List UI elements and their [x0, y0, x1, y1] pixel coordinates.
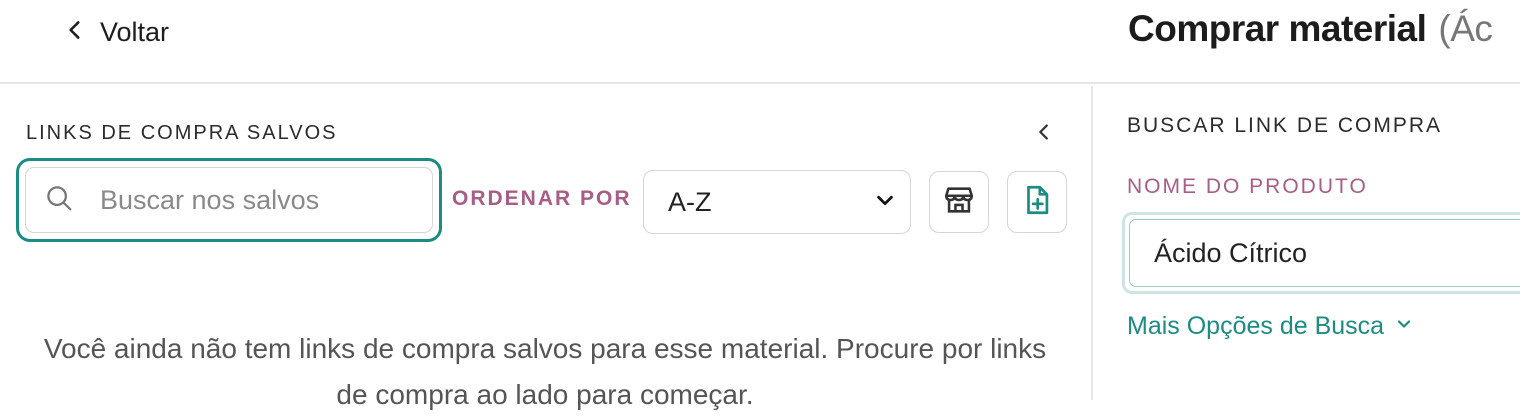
order-by-select[interactable]: A-Z: [643, 170, 911, 234]
back-link[interactable]: Voltar: [62, 14, 169, 50]
search-icon: [44, 183, 74, 218]
saved-search-input[interactable]: [98, 183, 402, 217]
order-by-label: ORDENAR POR: [452, 187, 632, 210]
saved-search-box: [25, 167, 433, 233]
chevron-left-icon: [1033, 121, 1055, 148]
chevron-down-icon: [1394, 312, 1414, 341]
page-title: Comprar material (Ác: [1128, 8, 1493, 50]
order-by-value: A-Z: [668, 186, 712, 217]
saved-links-panel: LINKS DE COMPRA SALVOS ORDENAR POR A-Z: [0, 86, 1093, 410]
empty-state-message: Você ainda não tem links de compra salvo…: [43, 333, 1047, 410]
file-plus-icon: [1020, 183, 1054, 222]
store-button[interactable]: [929, 171, 989, 233]
page-title-text: Comprar material: [1128, 8, 1427, 49]
top-bar: Voltar Comprar material (Ác: [0, 0, 1520, 84]
add-link-button[interactable]: [1007, 171, 1067, 233]
store-icon: [942, 183, 976, 222]
collapse-panel-button[interactable]: [1030, 120, 1058, 148]
more-search-options-toggle[interactable]: Mais Opções de Busca: [1127, 312, 1414, 341]
product-name-focus-ring: [1122, 212, 1520, 294]
saved-links-title: LINKS DE COMPRA SALVOS: [26, 122, 338, 144]
search-links-title: BUSCAR LINK DE COMPRA: [1127, 114, 1443, 137]
chevron-down-icon: [874, 189, 896, 216]
chevron-left-icon: [62, 17, 88, 48]
back-label: Voltar: [100, 16, 170, 47]
more-options-label: Mais Opções de Busca: [1127, 312, 1385, 340]
product-name-input[interactable]: [1129, 219, 1520, 287]
search-links-panel: BUSCAR LINK DE COMPRA NOME DO PRODUTO Ma…: [1095, 86, 1520, 400]
product-name-label: NOME DO PRODUTO: [1127, 175, 1368, 198]
saved-search-focus-ring: [16, 158, 442, 242]
page-title-material: (Ác: [1438, 8, 1493, 49]
